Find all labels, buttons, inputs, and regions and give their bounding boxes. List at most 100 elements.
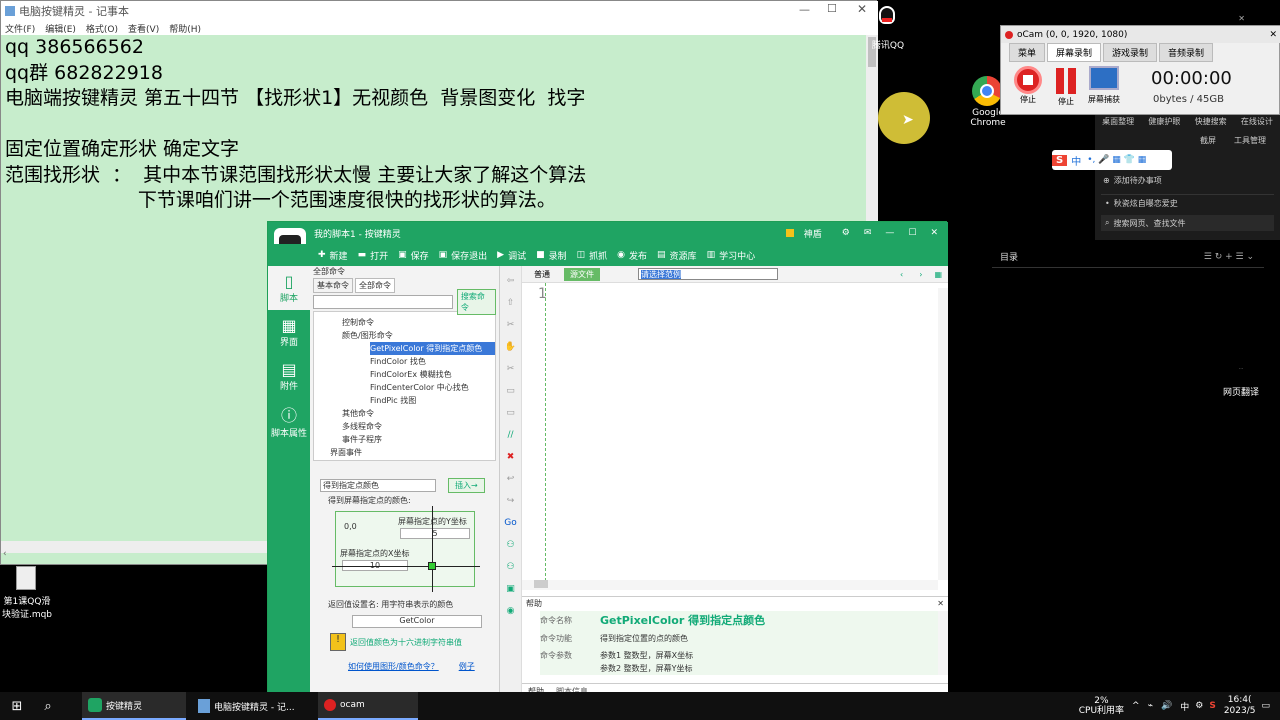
tool-quick-search[interactable]: 快捷搜索	[1195, 116, 1227, 127]
toolbar-record[interactable]: 录制	[549, 249, 567, 262]
tree-item[interactable]: FindPic 找图	[370, 394, 495, 407]
nav-script[interactable]: ▯ 脚本	[268, 266, 310, 310]
settings-gear-icon[interactable]: ⚙	[842, 228, 850, 238]
search-button[interactable]: ⌕	[34, 692, 62, 720]
nav-properties[interactable]: ⓘ 脚本属性	[268, 398, 310, 442]
toolbar-publish[interactable]: 发布	[629, 249, 647, 262]
toolbar-save[interactable]: 保存	[411, 249, 429, 262]
vip-label[interactable]: 神盾	[804, 227, 822, 240]
tool-desk-organize[interactable]: 桌面整理	[1102, 116, 1134, 127]
toolbar-debug[interactable]: 调试	[508, 249, 526, 262]
notepad-titlebar[interactable]: 电脑按键精灵 - 记事本 — ☐ ✕	[1, 1, 878, 21]
tree-item-selected[interactable]: GetPixelColor 得到指定点颜色	[370, 342, 495, 355]
ocam-pause-button[interactable]: 停止	[1051, 66, 1081, 112]
view-source-tab[interactable]: 源文件	[564, 267, 600, 281]
tree-item[interactable]: 控制命令	[342, 316, 495, 329]
ocam-window[interactable]: oCam (0, 0, 1920, 1080) ✕ 菜单 屏幕录制 游戏录制 音…	[1000, 25, 1280, 115]
menu-format[interactable]: 格式(O)	[86, 22, 118, 35]
nav-attach[interactable]: ▤ 附件	[268, 354, 310, 398]
sogou-ime-bar[interactable]: S 中 •, 🎤 ▦ 👕 ▦	[1052, 150, 1172, 170]
tool-eye-care[interactable]: 健康护眼	[1148, 116, 1180, 127]
anjian-window[interactable]: 我的脚本1 - 按键精灵 神盾 ⚙ ✉ — ☐ ✕ ✚ 新建 ▬ 打开 ▣ 保存 ▣ 保…	[267, 221, 948, 701]
network-icon[interactable]: ⌁	[1148, 701, 1153, 711]
nav-forward-icon[interactable]: ›	[919, 270, 922, 279]
menu-edit[interactable]: 编辑(E)	[45, 22, 76, 35]
menu-view[interactable]: 查看(V)	[128, 22, 159, 35]
command-select[interactable]: 得到指定点颜色	[320, 478, 436, 492]
tree-item[interactable]: 其他命令	[342, 407, 495, 420]
ime-tools-icon[interactable]: •, 🎤 ▦ 👕 ▦	[1087, 155, 1146, 165]
ocam-tab-screen[interactable]: 屏幕录制	[1047, 43, 1102, 62]
taskbar-app-ocam[interactable]: ocam	[318, 692, 418, 720]
view-normal-tab[interactable]: 普通	[534, 269, 550, 280]
close-icon[interactable]: ✕	[930, 228, 938, 238]
volume-icon[interactable]: 🔊	[1161, 701, 1172, 711]
minimize-icon[interactable]: —	[885, 228, 894, 238]
toolbar-resource[interactable]: 资源库	[670, 249, 697, 262]
taskbar-app-anjian[interactable]: 按键精灵	[82, 692, 186, 720]
toolbar-open[interactable]: 打开	[370, 249, 388, 262]
anjian-titlebar[interactable]: 我的脚本1 - 按键精灵 神盾 ⚙ ✉ — ☐ ✕	[268, 222, 948, 244]
clock[interactable]: 16:4( 2023/5	[1224, 695, 1256, 717]
editor-tool-icons[interactable]: ⇦ ⇧ ✂ ✋ ✂ ▭ ▭//✖ ↩ ↪ Go ⚇ ⚇ ▣ ◉	[500, 266, 521, 622]
search-command-button[interactable]: 搜索命令	[456, 289, 496, 315]
news-item[interactable]: • 秋瓷炫自曝恋爱史	[1095, 195, 1280, 211]
toolbar-grab[interactable]: 抓抓	[589, 249, 607, 262]
close-icon[interactable]: ✕	[857, 2, 867, 16]
start-button[interactable]: ⊞	[0, 692, 34, 720]
tool-manage[interactable]: 工具管理	[1234, 135, 1266, 146]
file-icon[interactable]	[16, 566, 36, 590]
y-coord-input[interactable]: 5	[400, 528, 470, 539]
tree-item[interactable]: 事件子程序	[342, 433, 495, 446]
command-search-input[interactable]	[313, 295, 453, 309]
ocam-tab-menu[interactable]: 菜单	[1009, 43, 1046, 62]
chrome-icon[interactable]	[972, 76, 1002, 106]
notepad-text-area[interactable]: qq 386566562 qq群 682822918 电脑端按键精灵 第五十四节…	[5, 35, 865, 214]
return-value-input[interactable]: GetColor	[352, 615, 482, 628]
help-link-example[interactable]: 例子	[459, 661, 475, 672]
taskbar-app-notepad[interactable]: 电脑按键精灵 - 记...	[192, 692, 312, 720]
maximize-icon[interactable]: ☐	[908, 228, 916, 238]
help-close-icon[interactable]: ✕	[937, 599, 944, 608]
tool-screenshot[interactable]: 截屏	[1200, 135, 1216, 146]
tree-item[interactable]: FindColorEx 模糊找色	[370, 368, 495, 381]
ocam-close-icon[interactable]: ✕	[1269, 30, 1277, 40]
view-grid-icon[interactable]: ▦	[934, 270, 942, 279]
notification-icon[interactable]: ▭	[1261, 701, 1270, 711]
editor-horizontal-scrollbar[interactable]	[522, 580, 938, 590]
menu-help[interactable]: 帮助(H)	[169, 22, 201, 35]
tree-item[interactable]: 多线程命令	[342, 420, 495, 433]
cpu-indicator[interactable]: 2% CPU利用率	[1079, 696, 1124, 716]
tree-item[interactable]: 界面事件	[330, 446, 495, 459]
ime-mode[interactable]: 中	[1071, 153, 1081, 168]
nav-back-icon[interactable]: ‹	[900, 270, 903, 279]
toolbar-save-exit[interactable]: 保存退出	[451, 249, 487, 262]
editor-vertical-scrollbar[interactable]	[938, 288, 948, 580]
insert-button[interactable]: 插入→	[448, 477, 485, 493]
help-link-color-commands[interactable]: 如何使用图形/颜色命令？	[348, 661, 439, 672]
tray-up-icon[interactable]: ^	[1132, 701, 1140, 711]
ocam-titlebar[interactable]: oCam (0, 0, 1920, 1080) ✕	[1001, 26, 1280, 43]
ime-settings-icon[interactable]: ⚙	[1195, 701, 1203, 711]
qq-penguin-icon[interactable]	[877, 6, 897, 32]
ocam-stop-record-button[interactable]: 停止	[1013, 66, 1043, 112]
tree-item[interactable]: 颜色/图形命令	[342, 329, 495, 342]
ocam-tab-audio[interactable]: 音频录制	[1159, 43, 1214, 62]
toc-controls-icon[interactable]: ☰ ↻ + ☰ ⌄	[1204, 252, 1254, 262]
toolbar-learn[interactable]: 学习中心	[719, 249, 755, 262]
nav-ui[interactable]: ▦ 界面	[268, 310, 310, 354]
side-search-box[interactable]: ⌕ 搜索网页、查找文件	[1101, 215, 1274, 231]
tool-online-design[interactable]: 在线设计	[1241, 116, 1273, 127]
message-icon[interactable]: ✉	[864, 228, 872, 238]
ime-indicator[interactable]: 中	[1180, 700, 1189, 713]
add-todo-row[interactable]: ⊕ 添加待办事项	[1095, 173, 1280, 187]
toolbar-new[interactable]: 新建	[330, 249, 348, 262]
example-dropdown[interactable]: 请选择范例	[638, 268, 778, 280]
tab-all-commands[interactable]: 全部命令	[355, 277, 395, 293]
script-editor[interactable]: 普通 源文件 请选择范例 ‹ › ▦ 1	[522, 266, 948, 596]
minimize-icon[interactable]: —	[799, 3, 810, 16]
side-close-icon[interactable]: ✕	[1238, 14, 1245, 23]
web-translate-icon[interactable]: ···	[1226, 366, 1256, 380]
sogou-tray-icon[interactable]: S	[1209, 701, 1215, 711]
menu-file[interactable]: 文件(F)	[5, 22, 35, 35]
